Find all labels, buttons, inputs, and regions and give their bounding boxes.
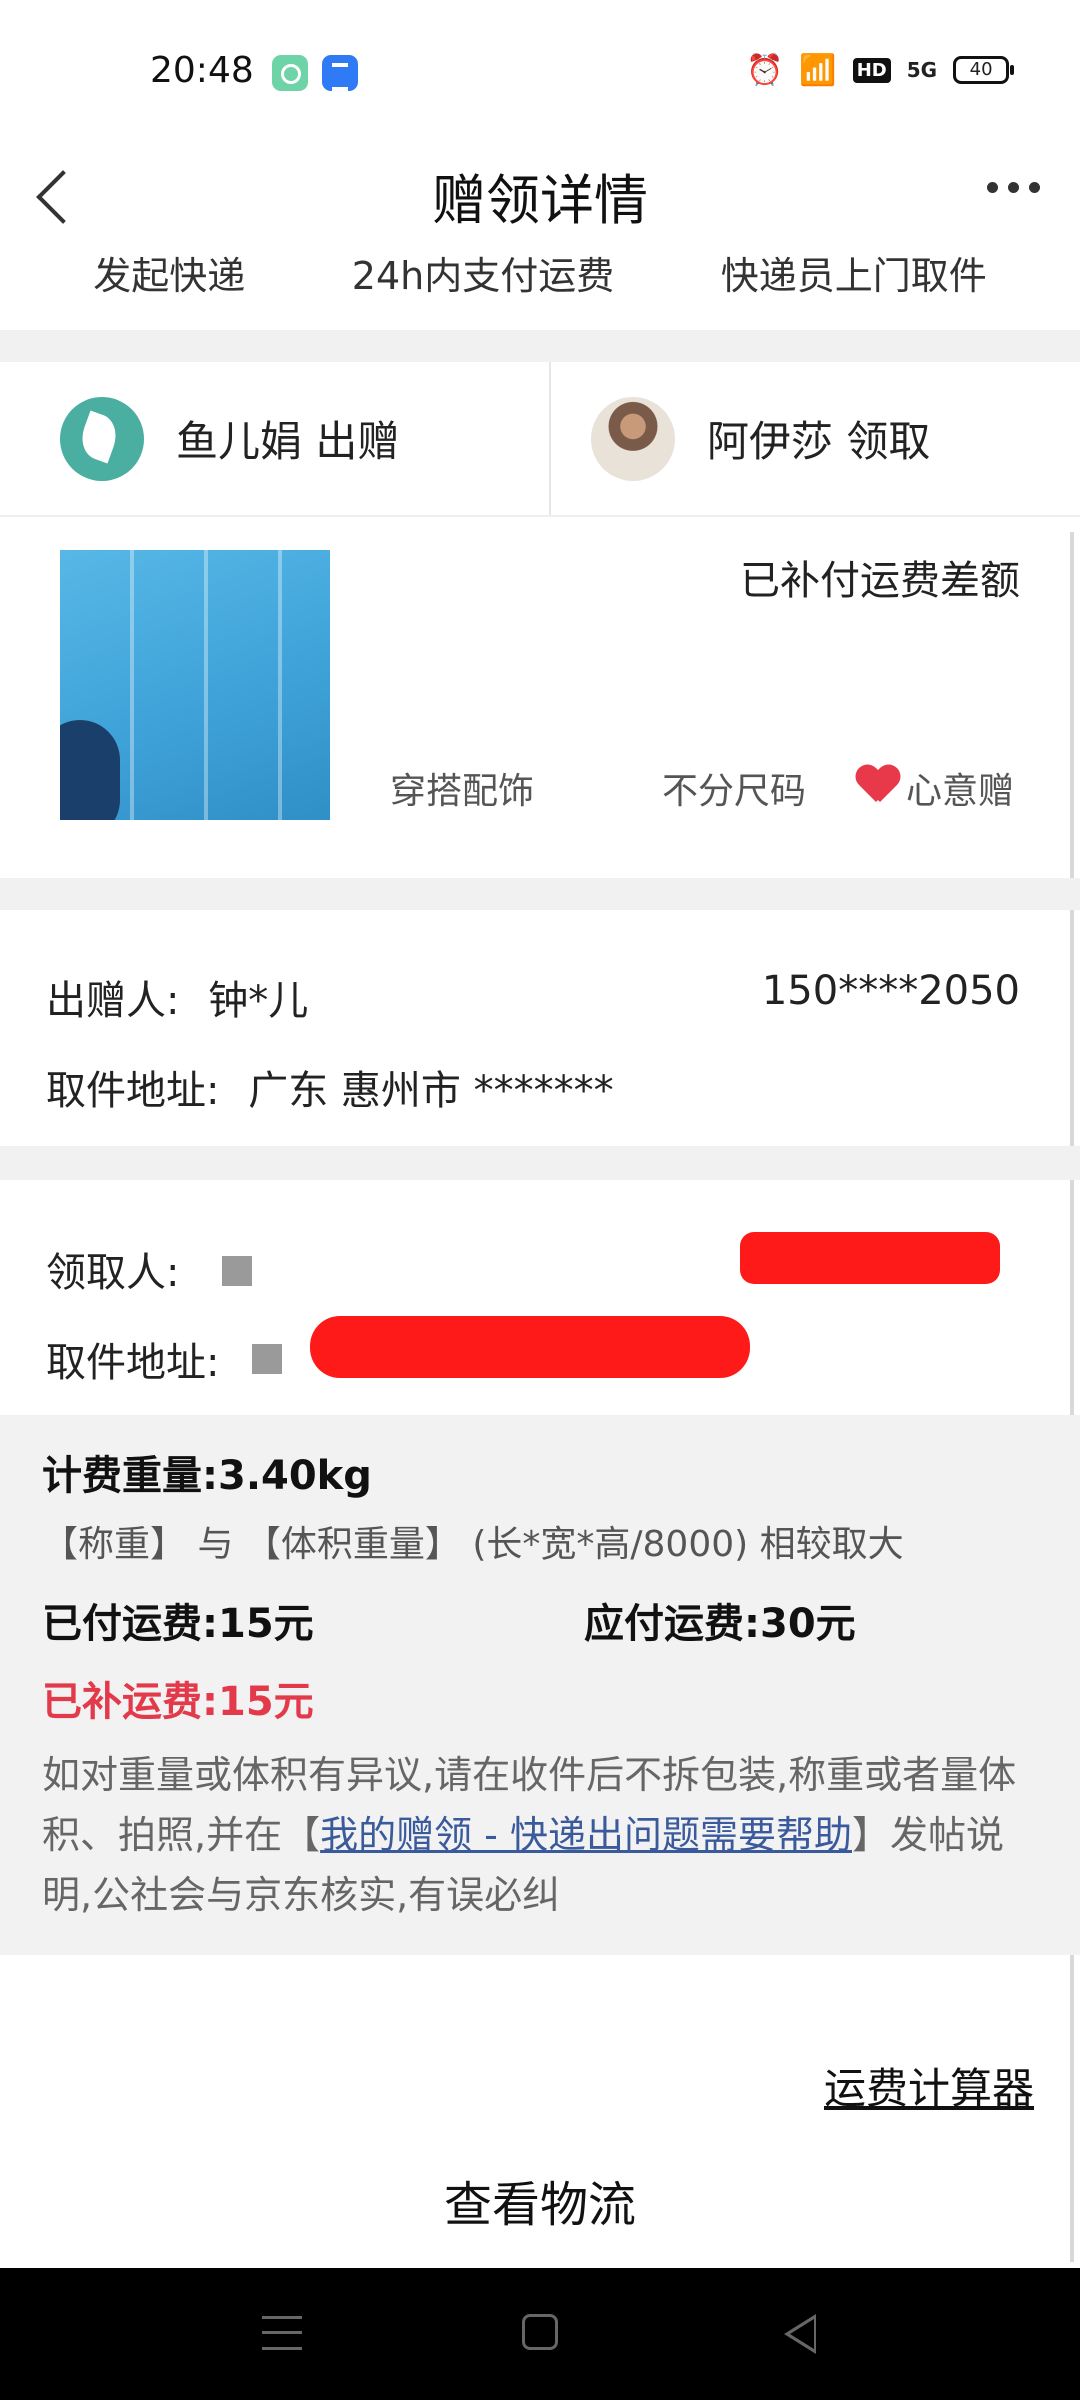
receiver-info: 领取人: 取件地址: <box>0 1180 1080 1415</box>
sender-name-label: 出赠人: 钟*儿 <box>46 968 308 1026</box>
item-image[interactable] <box>60 550 330 820</box>
billing-weight: 计费重量:3.40kg <box>42 1453 372 1499</box>
extra-fee: 已补运费:15元 <box>42 1679 314 1725</box>
progress-steps: 发起快递 24h内支付运费 快递员上门取件 <box>0 245 1080 315</box>
label-text: 出赠人: <box>46 978 180 1024</box>
top-nav: 赠领详情 <box>0 140 1080 250</box>
hd-icon: HD <box>852 57 891 83</box>
files-app-icon <box>322 55 358 91</box>
step-1: 发起快递 <box>93 254 246 298</box>
status-bar: 20:48 ⏰ 📶 HD 5G 40 <box>0 0 1080 140</box>
step-3: 快递员上门取件 <box>720 254 987 298</box>
view-logistics-button[interactable]: 查看物流 <box>0 2165 1080 2235</box>
sender-info: 出赠人: 钟*儿 150****2050 取件地址: 广东 惠州市 ******… <box>0 910 1080 1145</box>
home-icon[interactable] <box>522 2314 558 2350</box>
fee-panel: 计费重量:3.40kg 【称重】 与 【体积重量】 (长*宽*高/8000) 相… <box>0 1415 1080 1955</box>
step-2: 24h内支付运费 <box>351 254 615 298</box>
back-triangle-icon[interactable] <box>784 2314 816 2354</box>
dispute-note: 如对重量或体积有异议,请在收件后不拆包装,称重或者量体积、拍照,并在【我的赠领 … <box>42 1745 1042 1925</box>
receiver-party[interactable]: 阿伊莎 领取 <box>549 362 1080 515</box>
receiver-name-label: 领取人: <box>46 1250 180 1296</box>
item-tag: 心意赠 <box>906 771 1015 812</box>
parties-row: 鱼儿娟 出赠 阿伊莎 领取 <box>0 362 1080 517</box>
system-nav-bar <box>0 2268 1080 2400</box>
item-category: 穿搭配饰 <box>390 771 535 812</box>
receiver-address-label: 取件地址: <box>46 1340 220 1386</box>
status-time: 20:48 <box>150 50 254 91</box>
freight-calculator-link[interactable]: 运费计算器 <box>824 2055 1034 2116</box>
menu-icon[interactable] <box>262 2316 302 2350</box>
sender-name: 钟*儿 <box>208 978 309 1024</box>
redacted-pixel <box>222 1256 252 1286</box>
more-icon[interactable] <box>987 182 1040 193</box>
battery-icon: 40 <box>953 56 1015 84</box>
weight-note: 【称重】 与 【体积重量】 (长*宽*高/8000) 相较取大 <box>42 1524 904 1565</box>
section-divider <box>0 330 1080 362</box>
item-status: 已补付运费差额 <box>740 558 1020 604</box>
heart-icon <box>856 764 900 804</box>
alarm-icon: ⏰ <box>746 52 784 88</box>
receiver-label: 阿伊莎 领取 <box>707 417 931 466</box>
item-card[interactable]: 已补付运费差额 穿搭配饰 不分尺码 心意赠 <box>0 520 1080 875</box>
help-link[interactable]: 我的赠领 - 快递出问题需要帮助 <box>320 1813 852 1857</box>
section-divider <box>0 878 1080 910</box>
sender-address: 广东 惠州市 ******* <box>248 1068 614 1114</box>
section-divider <box>0 1146 1080 1180</box>
sender-address-row: 取件地址: 广东 惠州市 ******* <box>46 1058 614 1116</box>
giver-party[interactable]: 鱼儿娟 出赠 <box>0 362 549 515</box>
signal-icon: 5G <box>906 58 938 82</box>
redacted-pixel <box>252 1344 282 1374</box>
redaction-mark <box>310 1316 750 1378</box>
item-size: 不分尺码 <box>662 771 807 812</box>
redaction-mark <box>740 1232 1000 1284</box>
leaf-avatar <box>60 396 144 481</box>
paid-fee: 已付运费:15元 <box>42 1601 314 1647</box>
due-fee: 应付运费:30元 <box>584 1601 856 1647</box>
wifi-icon: 📶 <box>799 52 837 88</box>
page-title: 赠领详情 <box>432 169 648 232</box>
gallery-app-icon <box>272 55 308 91</box>
photo-avatar <box>591 396 675 481</box>
sender-phone[interactable]: 150****2050 <box>762 968 1020 1014</box>
giver-label: 鱼儿娟 出赠 <box>176 417 400 466</box>
label-text: 取件地址: <box>46 1068 220 1114</box>
status-icons: ⏰ 📶 HD 5G 40 <box>730 50 1015 90</box>
